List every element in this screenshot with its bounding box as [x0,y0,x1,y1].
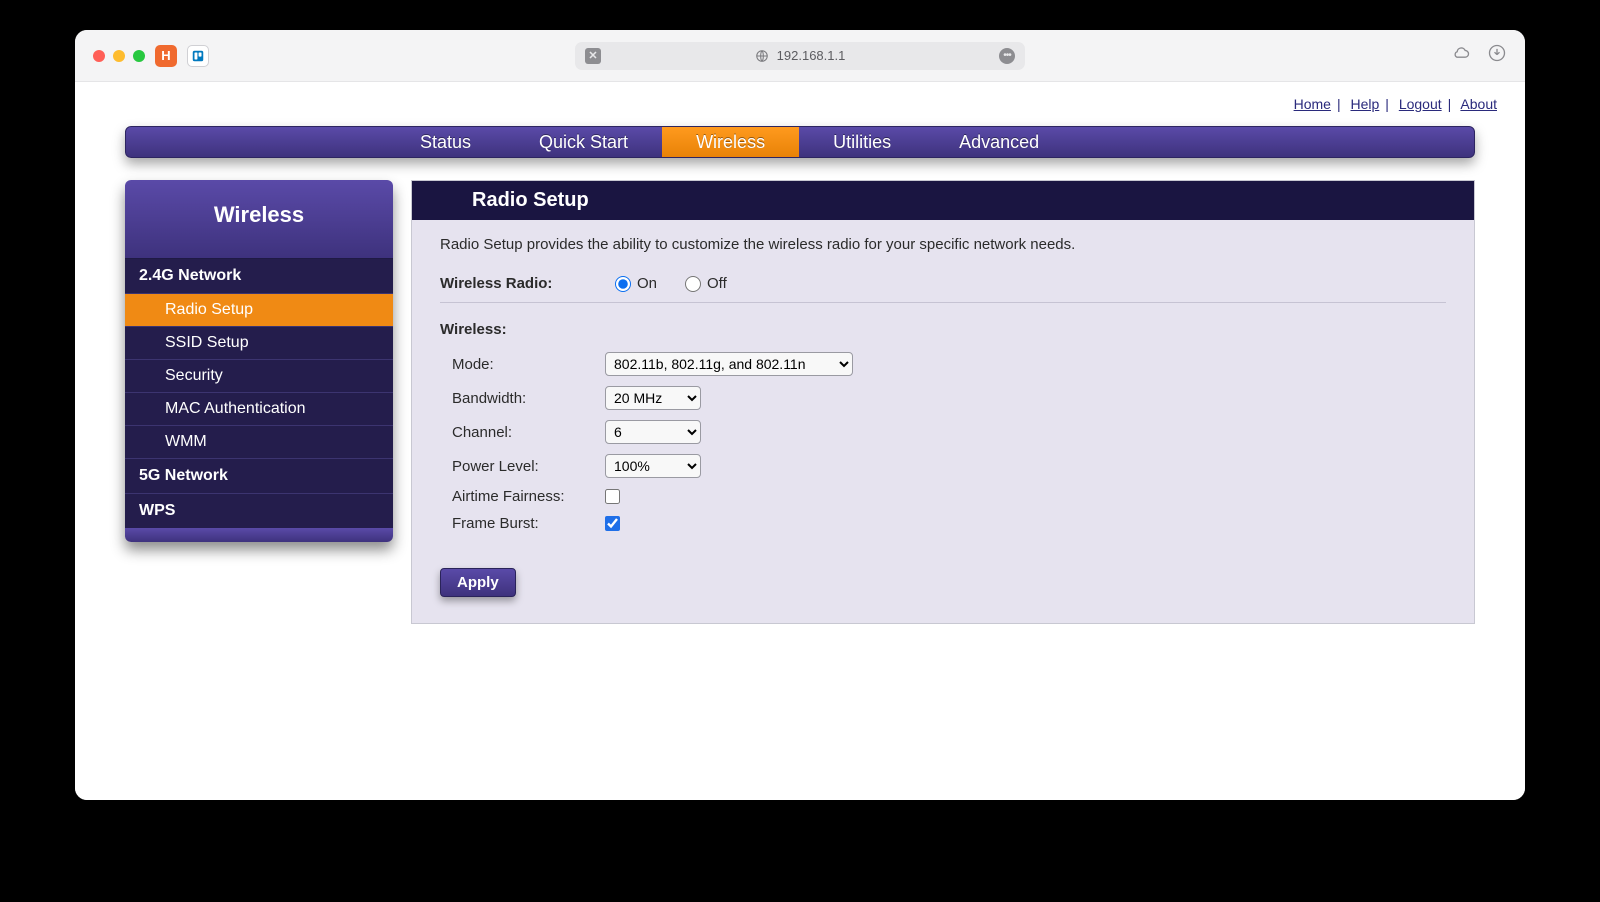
link-logout[interactable]: Logout [1399,96,1442,112]
browser-window: H ✕ 192.168.1.1 ••• Home| Help| Logout| … [75,30,1525,800]
radio-on-input[interactable] [615,276,631,292]
trello-icon [191,49,205,63]
panel-description: Radio Setup provides the ability to cust… [440,236,1446,253]
sidebar-group-24g[interactable]: 2.4G Network [125,259,393,294]
settings-panel: Radio Setup Radio Setup provides the abi… [411,180,1475,624]
divider [440,302,1446,303]
tab-wireless[interactable]: Wireless [662,127,799,157]
radio-off-input[interactable] [685,276,701,292]
wireless-radio-label: Wireless Radio: [440,275,615,292]
stop-reload-icon[interactable]: ✕ [585,48,601,64]
tab-status[interactable]: Status [386,127,505,157]
bandwidth-select[interactable]: 20 MHz [605,386,701,410]
frame-checkbox[interactable] [605,516,620,531]
wireless-radio-row: Wireless Radio: On Off [440,275,1446,292]
frame-label: Frame Burst: [440,515,605,532]
extension-button-trello[interactable] [187,45,209,67]
airtime-label: Airtime Fairness: [440,488,605,505]
power-select[interactable]: 100% [605,454,701,478]
main-nav-tabs: Status Quick Start Wireless Utilities Ad… [125,126,1475,158]
sidebar-item-radio-setup[interactable]: Radio Setup [125,294,393,327]
channel-select[interactable]: 6 [605,420,701,444]
sidebar-title: Wireless [125,180,393,259]
extension-button-h[interactable]: H [155,45,177,67]
channel-label: Channel: [440,424,605,441]
sidebar-group-5g[interactable]: 5G Network [125,459,393,494]
power-label: Power Level: [440,458,605,475]
window-minimize-button[interactable] [113,50,125,62]
sidebar-item-mac-auth[interactable]: MAC Authentication [125,393,393,426]
radio-off-option[interactable]: Off [685,275,727,292]
tab-advanced[interactable]: Advanced [925,127,1073,157]
airtime-checkbox[interactable] [605,489,620,504]
sidebar-item-wps[interactable]: WPS [125,494,393,528]
mode-label: Mode: [440,356,605,373]
link-help[interactable]: Help [1350,96,1379,112]
sidebar-item-wmm[interactable]: WMM [125,426,393,459]
radio-off-text: Off [707,275,727,292]
sidebar-item-security[interactable]: Security [125,360,393,393]
window-controls [93,50,145,62]
address-bar[interactable]: ✕ 192.168.1.1 ••• [575,42,1025,70]
apply-button[interactable]: Apply [440,568,516,597]
browser-toolbar: H ✕ 192.168.1.1 ••• [75,30,1525,82]
router-admin-page: Home| Help| Logout| About Status Quick S… [75,82,1525,800]
address-text: 192.168.1.1 [777,48,846,63]
bandwidth-label: Bandwidth: [440,390,605,407]
tab-quick-start[interactable]: Quick Start [505,127,662,157]
tab-utilities[interactable]: Utilities [799,127,925,157]
sidebar-item-ssid-setup[interactable]: SSID Setup [125,327,393,360]
globe-icon [755,49,769,63]
wireless-section-header: Wireless: [440,321,1446,338]
link-about[interactable]: About [1460,96,1497,112]
window-close-button[interactable] [93,50,105,62]
header-links: Home| Help| Logout| About [75,82,1525,126]
window-maximize-button[interactable] [133,50,145,62]
icloud-tabs-icon[interactable] [1451,43,1471,68]
downloads-icon[interactable] [1487,43,1507,68]
sidebar-footer [125,528,393,542]
link-home[interactable]: Home [1294,96,1331,112]
site-settings-icon[interactable]: ••• [999,48,1015,64]
sidebar: Wireless 2.4G Network Radio Setup SSID S… [125,180,393,542]
radio-on-option[interactable]: On [615,275,657,292]
panel-title: Radio Setup [412,181,1474,220]
radio-on-text: On [637,275,657,292]
mode-select[interactable]: 802.11b, 802.11g, and 802.11n [605,352,853,376]
